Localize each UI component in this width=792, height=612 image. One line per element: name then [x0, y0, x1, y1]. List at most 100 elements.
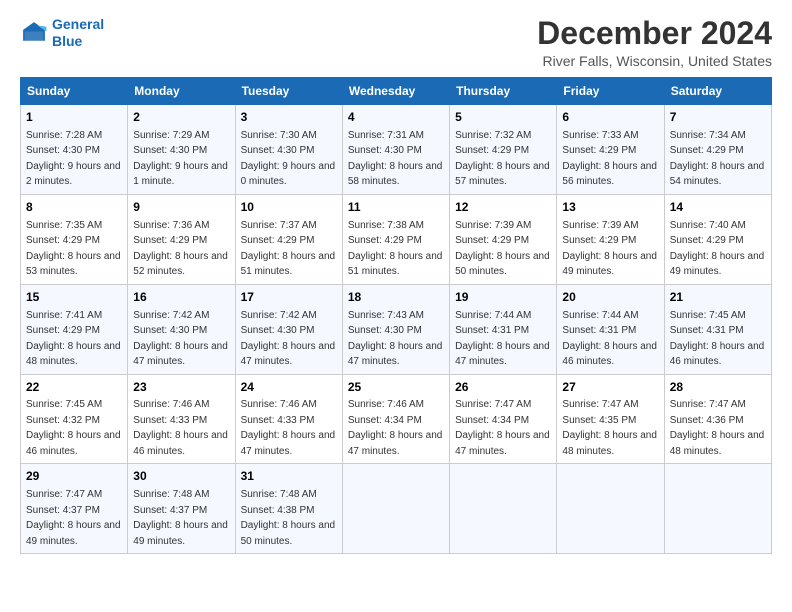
day-number: 12: [455, 199, 551, 216]
calendar-cell: 4 Sunrise: 7:31 AMSunset: 4:30 PMDayligh…: [342, 105, 449, 195]
logo-line1: General: [52, 16, 104, 32]
calendar-cell: 27 Sunrise: 7:47 AMSunset: 4:35 PMDaylig…: [557, 374, 664, 464]
cell-content: Sunrise: 7:45 AMSunset: 4:31 PMDaylight:…: [670, 310, 765, 368]
day-number: 13: [562, 199, 658, 216]
day-number: 25: [348, 379, 444, 396]
title-area: December 2024 River Falls, Wisconsin, Un…: [537, 16, 772, 69]
calendar-cell: 15 Sunrise: 7:41 AMSunset: 4:29 PMDaylig…: [21, 284, 128, 374]
calendar-cell: 10 Sunrise: 7:37 AMSunset: 4:29 PMDaylig…: [235, 194, 342, 284]
cell-content: Sunrise: 7:43 AMSunset: 4:30 PMDaylight:…: [348, 310, 443, 368]
logo-text: General Blue: [52, 16, 104, 50]
cell-content: Sunrise: 7:32 AMSunset: 4:29 PMDaylight:…: [455, 130, 550, 188]
calendar-cell: 25 Sunrise: 7:46 AMSunset: 4:34 PMDaylig…: [342, 374, 449, 464]
day-number: 14: [670, 199, 766, 216]
cell-content: Sunrise: 7:40 AMSunset: 4:29 PMDaylight:…: [670, 220, 765, 278]
day-number: 9: [133, 199, 229, 216]
calendar-cell: 18 Sunrise: 7:43 AMSunset: 4:30 PMDaylig…: [342, 284, 449, 374]
cell-content: Sunrise: 7:38 AMSunset: 4:29 PMDaylight:…: [348, 220, 443, 278]
day-number: 22: [26, 379, 122, 396]
calendar-cell: [664, 464, 771, 554]
logo: General Blue: [20, 16, 104, 50]
cell-content: Sunrise: 7:28 AMSunset: 4:30 PMDaylight:…: [26, 130, 121, 188]
cell-content: Sunrise: 7:46 AMSunset: 4:33 PMDaylight:…: [241, 399, 336, 457]
cell-content: Sunrise: 7:29 AMSunset: 4:30 PMDaylight:…: [133, 130, 228, 188]
calendar-cell: 19 Sunrise: 7:44 AMSunset: 4:31 PMDaylig…: [450, 284, 557, 374]
day-number: 30: [133, 468, 229, 485]
col-friday: Friday: [557, 78, 664, 105]
cell-content: Sunrise: 7:48 AMSunset: 4:38 PMDaylight:…: [241, 489, 336, 547]
calendar-cell: 24 Sunrise: 7:46 AMSunset: 4:33 PMDaylig…: [235, 374, 342, 464]
calendar-cell: 6 Sunrise: 7:33 AMSunset: 4:29 PMDayligh…: [557, 105, 664, 195]
calendar-cell: 31 Sunrise: 7:48 AMSunset: 4:38 PMDaylig…: [235, 464, 342, 554]
logo-icon: [20, 19, 48, 47]
col-wednesday: Wednesday: [342, 78, 449, 105]
calendar-cell: 5 Sunrise: 7:32 AMSunset: 4:29 PMDayligh…: [450, 105, 557, 195]
col-tuesday: Tuesday: [235, 78, 342, 105]
calendar-cell: 20 Sunrise: 7:44 AMSunset: 4:31 PMDaylig…: [557, 284, 664, 374]
calendar-week-row: 1 Sunrise: 7:28 AMSunset: 4:30 PMDayligh…: [21, 105, 772, 195]
cell-content: Sunrise: 7:44 AMSunset: 4:31 PMDaylight:…: [562, 310, 657, 368]
day-number: 23: [133, 379, 229, 396]
day-number: 20: [562, 289, 658, 306]
cell-content: Sunrise: 7:48 AMSunset: 4:37 PMDaylight:…: [133, 489, 228, 547]
calendar-week-row: 22 Sunrise: 7:45 AMSunset: 4:32 PMDaylig…: [21, 374, 772, 464]
calendar-cell: 17 Sunrise: 7:42 AMSunset: 4:30 PMDaylig…: [235, 284, 342, 374]
calendar-cell: 22 Sunrise: 7:45 AMSunset: 4:32 PMDaylig…: [21, 374, 128, 464]
calendar-cell: [557, 464, 664, 554]
day-number: 3: [241, 109, 337, 126]
col-thursday: Thursday: [450, 78, 557, 105]
cell-content: Sunrise: 7:47 AMSunset: 4:37 PMDaylight:…: [26, 489, 121, 547]
calendar-cell: 11 Sunrise: 7:38 AMSunset: 4:29 PMDaylig…: [342, 194, 449, 284]
day-number: 7: [670, 109, 766, 126]
day-number: 24: [241, 379, 337, 396]
calendar-week-row: 8 Sunrise: 7:35 AMSunset: 4:29 PMDayligh…: [21, 194, 772, 284]
cell-content: Sunrise: 7:41 AMSunset: 4:29 PMDaylight:…: [26, 310, 121, 368]
cell-content: Sunrise: 7:44 AMSunset: 4:31 PMDaylight:…: [455, 310, 550, 368]
cell-content: Sunrise: 7:46 AMSunset: 4:34 PMDaylight:…: [348, 399, 443, 457]
cell-content: Sunrise: 7:39 AMSunset: 4:29 PMDaylight:…: [562, 220, 657, 278]
cell-content: Sunrise: 7:34 AMSunset: 4:29 PMDaylight:…: [670, 130, 765, 188]
day-number: 2: [133, 109, 229, 126]
day-number: 18: [348, 289, 444, 306]
calendar-cell: 1 Sunrise: 7:28 AMSunset: 4:30 PMDayligh…: [21, 105, 128, 195]
day-number: 10: [241, 199, 337, 216]
calendar-cell: 28 Sunrise: 7:47 AMSunset: 4:36 PMDaylig…: [664, 374, 771, 464]
calendar-cell: 23 Sunrise: 7:46 AMSunset: 4:33 PMDaylig…: [128, 374, 235, 464]
day-number: 21: [670, 289, 766, 306]
logo-line2: Blue: [52, 33, 82, 49]
calendar-cell: 12 Sunrise: 7:39 AMSunset: 4:29 PMDaylig…: [450, 194, 557, 284]
day-number: 11: [348, 199, 444, 216]
calendar-cell: [450, 464, 557, 554]
calendar-cell: 13 Sunrise: 7:39 AMSunset: 4:29 PMDaylig…: [557, 194, 664, 284]
calendar-cell: 26 Sunrise: 7:47 AMSunset: 4:34 PMDaylig…: [450, 374, 557, 464]
cell-content: Sunrise: 7:47 AMSunset: 4:34 PMDaylight:…: [455, 399, 550, 457]
cell-content: Sunrise: 7:35 AMSunset: 4:29 PMDaylight:…: [26, 220, 121, 278]
header: General Blue December 2024 River Falls, …: [20, 16, 772, 69]
day-number: 31: [241, 468, 337, 485]
calendar-cell: 29 Sunrise: 7:47 AMSunset: 4:37 PMDaylig…: [21, 464, 128, 554]
day-number: 4: [348, 109, 444, 126]
day-number: 29: [26, 468, 122, 485]
day-number: 28: [670, 379, 766, 396]
cell-content: Sunrise: 7:47 AMSunset: 4:35 PMDaylight:…: [562, 399, 657, 457]
cell-content: Sunrise: 7:33 AMSunset: 4:29 PMDaylight:…: [562, 130, 657, 188]
calendar-table: Sunday Monday Tuesday Wednesday Thursday…: [20, 77, 772, 554]
cell-content: Sunrise: 7:30 AMSunset: 4:30 PMDaylight:…: [241, 130, 336, 188]
main-title: December 2024: [537, 16, 772, 51]
col-sunday: Sunday: [21, 78, 128, 105]
calendar-cell: 14 Sunrise: 7:40 AMSunset: 4:29 PMDaylig…: [664, 194, 771, 284]
day-number: 6: [562, 109, 658, 126]
cell-content: Sunrise: 7:42 AMSunset: 4:30 PMDaylight:…: [241, 310, 336, 368]
cell-content: Sunrise: 7:45 AMSunset: 4:32 PMDaylight:…: [26, 399, 121, 457]
calendar-cell: 2 Sunrise: 7:29 AMSunset: 4:30 PMDayligh…: [128, 105, 235, 195]
cell-content: Sunrise: 7:36 AMSunset: 4:29 PMDaylight:…: [133, 220, 228, 278]
day-number: 8: [26, 199, 122, 216]
column-header-row: Sunday Monday Tuesday Wednesday Thursday…: [21, 78, 772, 105]
col-saturday: Saturday: [664, 78, 771, 105]
calendar-cell: 30 Sunrise: 7:48 AMSunset: 4:37 PMDaylig…: [128, 464, 235, 554]
calendar-cell: 7 Sunrise: 7:34 AMSunset: 4:29 PMDayligh…: [664, 105, 771, 195]
day-number: 19: [455, 289, 551, 306]
day-number: 26: [455, 379, 551, 396]
cell-content: Sunrise: 7:46 AMSunset: 4:33 PMDaylight:…: [133, 399, 228, 457]
cell-content: Sunrise: 7:42 AMSunset: 4:30 PMDaylight:…: [133, 310, 228, 368]
